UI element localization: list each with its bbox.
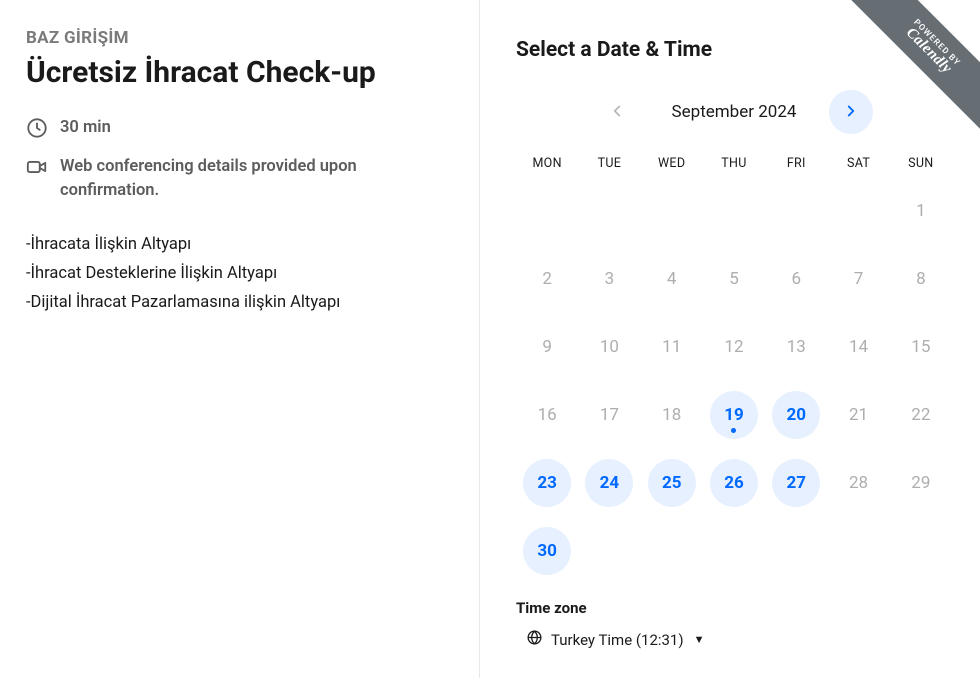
- globe-icon: [526, 629, 543, 650]
- weekday-cell: MON: [516, 156, 578, 171]
- day-empty: [772, 187, 820, 235]
- event-description: -İhracata İlişkin Altyapı-İhracat Destek…: [26, 231, 441, 318]
- description-line: -Dijital İhracat Pazarlamasına ilişkin A…: [26, 289, 441, 318]
- month-label: September 2024: [649, 102, 819, 122]
- chevron-down-icon: ▼: [694, 633, 705, 646]
- day-available[interactable]: 30: [523, 527, 571, 575]
- day-unavailable: 29: [897, 459, 945, 507]
- day-available[interactable]: 27: [772, 459, 820, 507]
- day-unavailable: 7: [835, 255, 883, 303]
- weekday-cell: SUN: [890, 156, 952, 171]
- day-available[interactable]: 20: [772, 391, 820, 439]
- event-details-panel: BAZ GİRİŞİM Ücretsiz İhracat Check-up 30…: [0, 0, 480, 678]
- weekday-cell: SAT: [827, 156, 889, 171]
- description-line: -İhracata İlişkin Altyapı: [26, 231, 441, 260]
- clock-icon: [26, 117, 48, 139]
- day-unavailable: 13: [772, 323, 820, 371]
- day-empty: [523, 187, 571, 235]
- description-line: -İhracat Desteklerine İlişkin Altyapı: [26, 260, 441, 289]
- weekday-cell: TUE: [578, 156, 640, 171]
- day-unavailable: 12: [710, 323, 758, 371]
- day-unavailable: 21: [835, 391, 883, 439]
- day-unavailable: 10: [585, 323, 633, 371]
- day-available[interactable]: 24: [585, 459, 633, 507]
- day-unavailable: 14: [835, 323, 883, 371]
- day-unavailable: 4: [648, 255, 696, 303]
- chevron-left-icon: [608, 102, 626, 123]
- day-unavailable: 5: [710, 255, 758, 303]
- day-available[interactable]: 26: [710, 459, 758, 507]
- day-available[interactable]: 23: [523, 459, 571, 507]
- day-unavailable: 2: [523, 255, 571, 303]
- weekday-cell: WED: [641, 156, 703, 171]
- day-empty: [648, 187, 696, 235]
- timezone-section: Time zone Turkey Time (12:31) ▼: [516, 599, 952, 652]
- timezone-select[interactable]: Turkey Time (12:31) ▼: [516, 627, 704, 652]
- month-navigation: September 2024: [516, 90, 952, 134]
- day-empty: [710, 187, 758, 235]
- day-unavailable: 28: [835, 459, 883, 507]
- conferencing-text: Web conferencing details provided upon c…: [60, 155, 441, 203]
- weekday-cell: THU: [703, 156, 765, 171]
- prev-month-button[interactable]: [595, 90, 639, 134]
- day-unavailable: 9: [523, 323, 571, 371]
- weekday-cell: FRI: [765, 156, 827, 171]
- chevron-right-icon: [842, 102, 860, 123]
- duration-text: 30 min: [60, 116, 111, 140]
- day-empty: [585, 187, 633, 235]
- day-available[interactable]: 19: [710, 391, 758, 439]
- conferencing-row: Web conferencing details provided upon c…: [26, 155, 441, 203]
- day-available[interactable]: 25: [648, 459, 696, 507]
- day-unavailable: 1: [897, 187, 945, 235]
- day-unavailable: 11: [648, 323, 696, 371]
- calendar-panel: Select a Date & Time September 2024 MONT…: [480, 0, 980, 678]
- weekday-header: MONTUEWEDTHUFRISATSUN: [516, 156, 952, 171]
- day-empty: [835, 187, 883, 235]
- event-title: Ücretsiz İhracat Check-up: [26, 54, 441, 92]
- day-unavailable: 22: [897, 391, 945, 439]
- video-icon: [26, 156, 48, 178]
- day-unavailable: 8: [897, 255, 945, 303]
- timezone-label: Time zone: [516, 599, 952, 617]
- timezone-value: Turkey Time (12:31): [551, 631, 684, 649]
- day-unavailable: 18: [648, 391, 696, 439]
- day-unavailable: 15: [897, 323, 945, 371]
- day-unavailable: 3: [585, 255, 633, 303]
- host-name: BAZ GİRİŞİM: [26, 28, 441, 48]
- day-unavailable: 17: [585, 391, 633, 439]
- day-unavailable: 16: [523, 391, 571, 439]
- select-date-heading: Select a Date & Time: [516, 38, 952, 62]
- days-grid: 1234567891011121314151617181920212223242…: [516, 187, 952, 575]
- duration-row: 30 min: [26, 116, 441, 140]
- day-unavailable: 6: [772, 255, 820, 303]
- next-month-button[interactable]: [829, 90, 873, 134]
